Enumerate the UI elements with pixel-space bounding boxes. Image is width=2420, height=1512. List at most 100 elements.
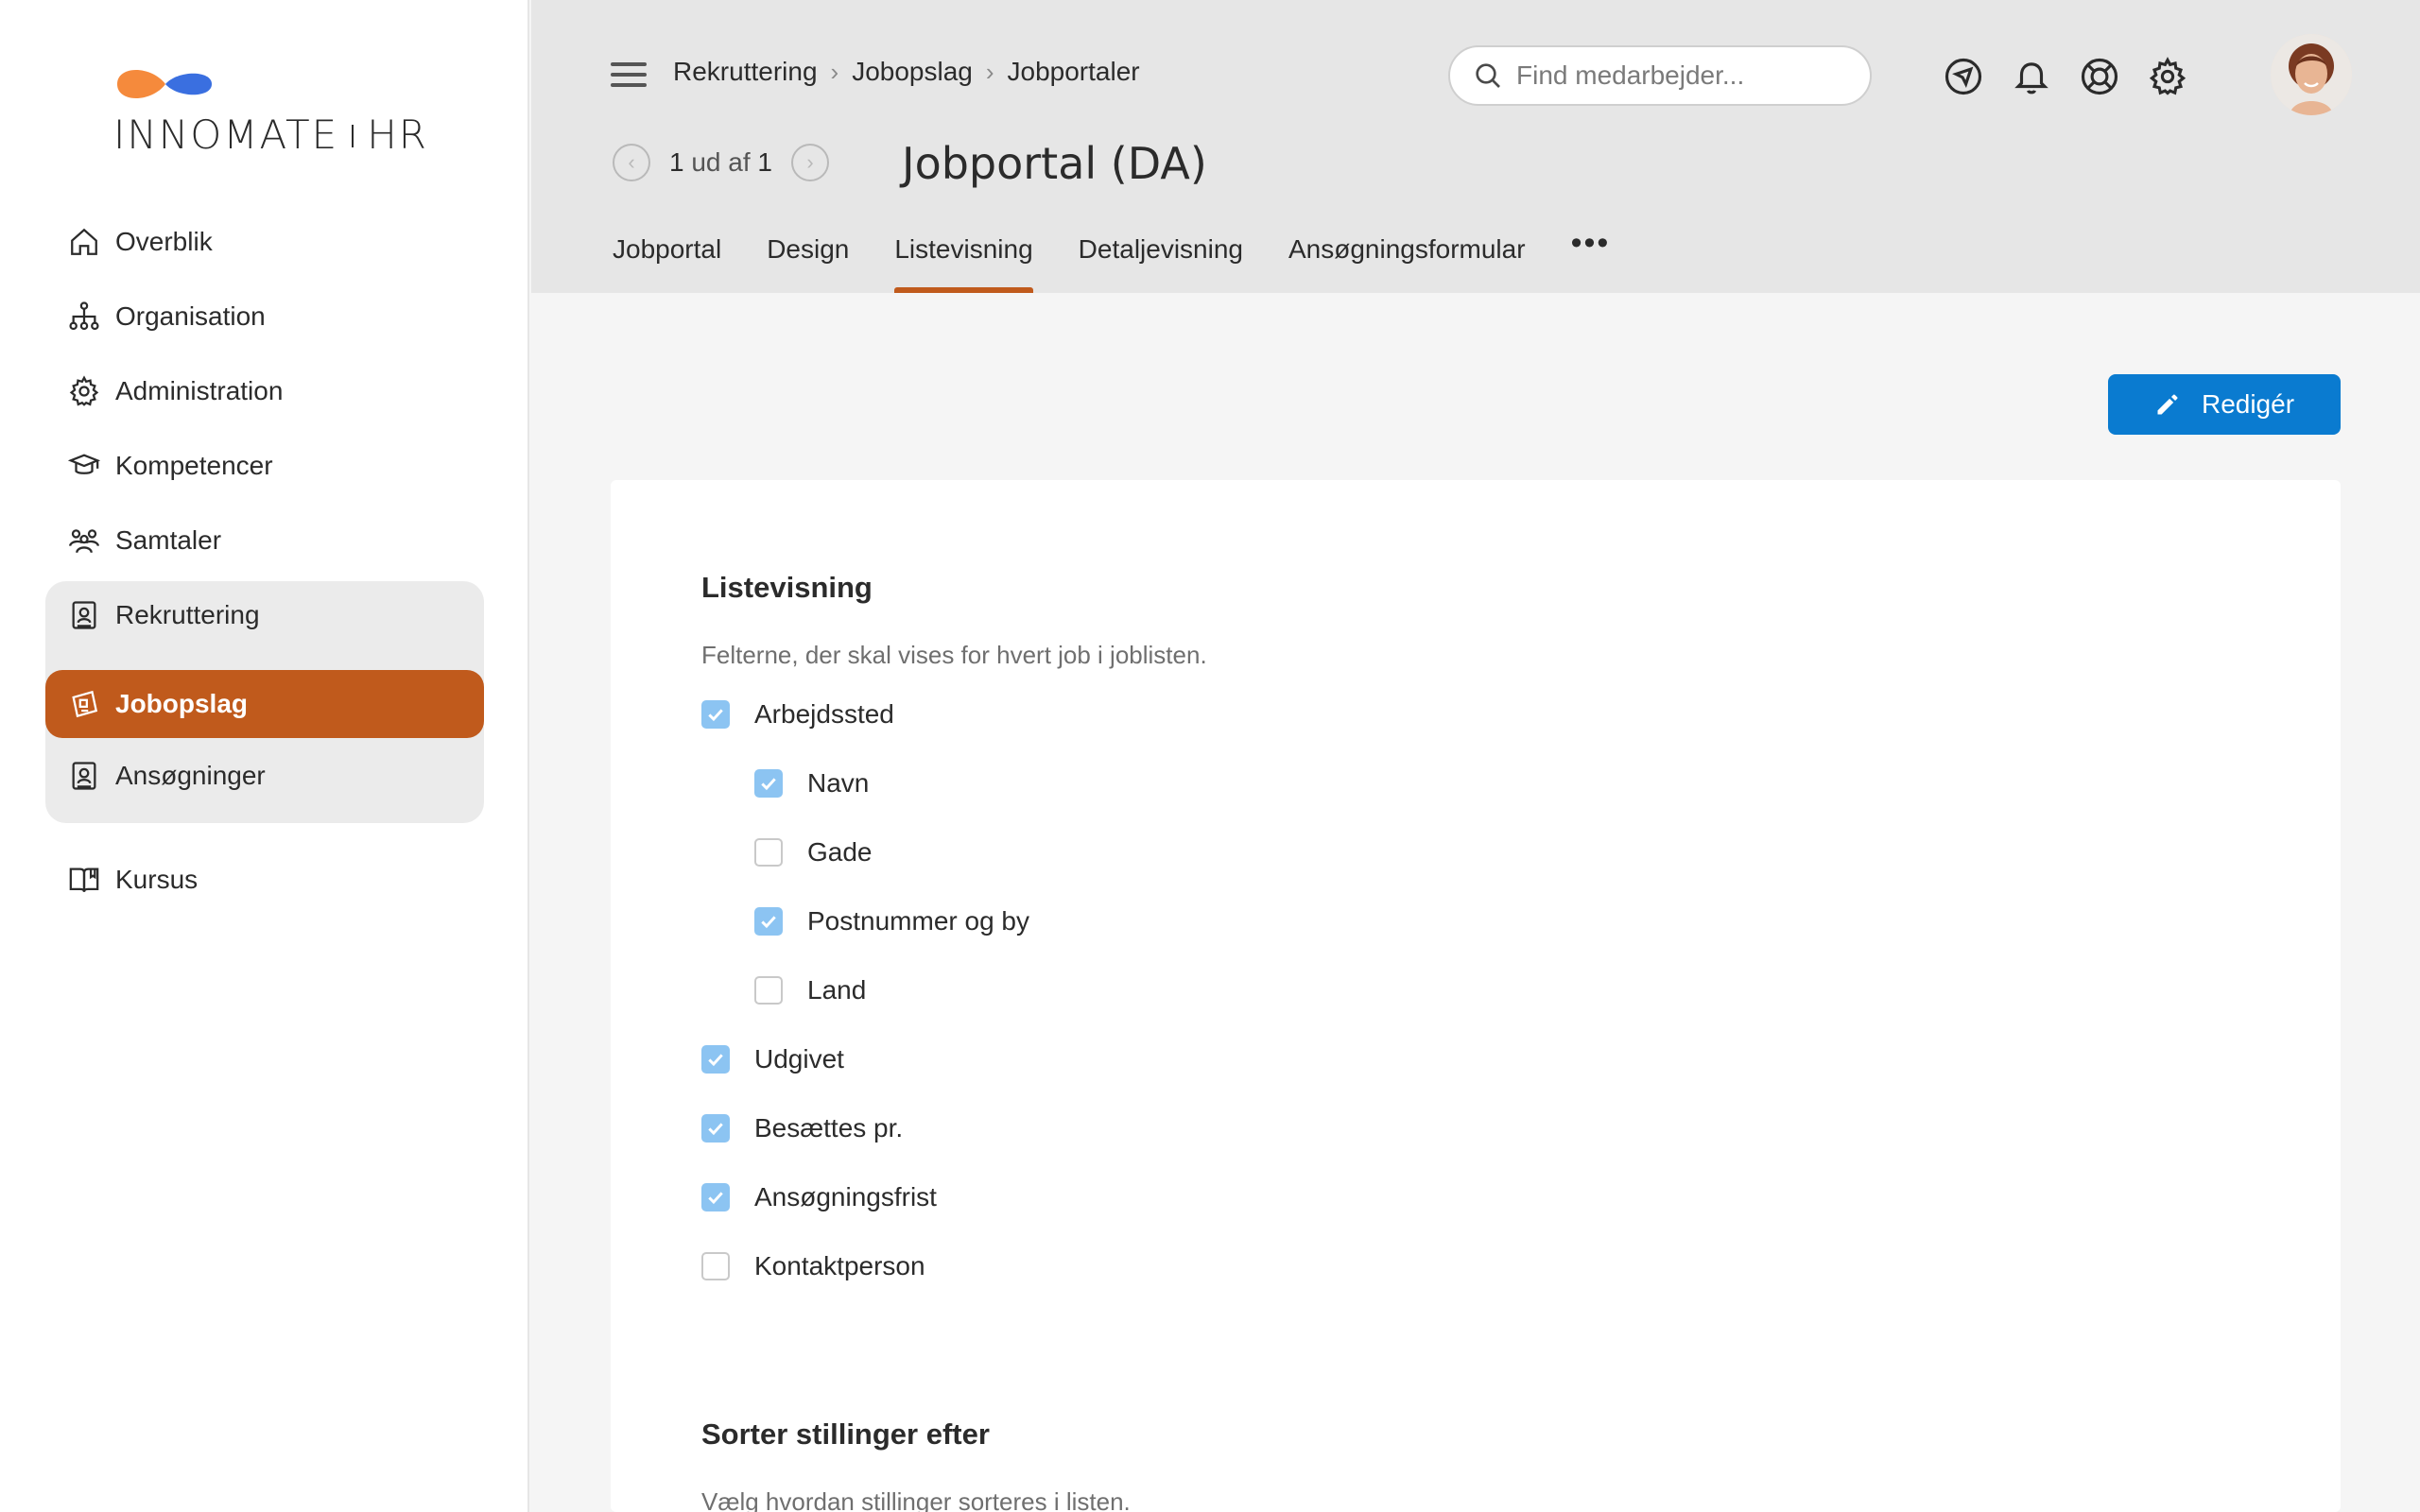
sidebar-item-label: Administration: [115, 376, 284, 405]
section-title: Listevisning: [701, 571, 873, 604]
recruitment-group: Rekruttering Jobopslag Ansøgninger: [45, 581, 484, 823]
home-icon: [66, 224, 102, 260]
checkmark-icon: [708, 1123, 723, 1136]
tab-listevisning[interactable]: Listevisning: [894, 234, 1033, 293]
checkbox-checked[interactable]: [701, 1183, 730, 1211]
sidebar-item-kursus[interactable]: Kursus: [45, 846, 484, 914]
people-icon: [66, 523, 102, 558]
checkbox-row[interactable]: Land: [754, 975, 866, 1005]
id-badge-icon: [66, 597, 102, 633]
breadcrumb-item[interactable]: Jobportaler: [1008, 57, 1140, 87]
settings-card: Listevisning Felterne, der skal vises fo…: [611, 480, 2341, 1512]
checkbox-label: Land: [807, 975, 867, 1005]
checkbox-checked[interactable]: [701, 700, 730, 729]
tab-detaljevisning[interactable]: Detaljevisning: [1079, 234, 1243, 293]
sidebar-item-label: Ansøgninger: [115, 761, 266, 790]
section-description: Felterne, der skal vises for hvert job i…: [701, 641, 1207, 669]
chevron-right-icon: ›: [985, 57, 994, 86]
checkbox-label: Udgivet: [754, 1044, 844, 1074]
checkbox-row[interactable]: Besættes pr.: [701, 1113, 903, 1143]
page-title: Jobportal (DA): [902, 138, 1207, 189]
search-input[interactable]: [1516, 60, 1838, 91]
checkbox-checked[interactable]: [754, 907, 783, 936]
lifebuoy-icon[interactable]: [2080, 57, 2119, 96]
navigation-icon[interactable]: [1944, 57, 1983, 96]
sidebar-item-label: Overblik: [115, 227, 213, 256]
sidebar-nav: Overblik Organisation Administration Kom…: [45, 208, 484, 920]
graduation-cap-icon: [66, 448, 102, 484]
sidebar-item-overblik[interactable]: Overblik: [45, 208, 484, 276]
sidebar-item-samtaler[interactable]: Samtaler: [45, 507, 484, 575]
brand-logo[interactable]: INNOMATE HR: [113, 57, 435, 161]
checkbox-unchecked[interactable]: [754, 976, 783, 1005]
top-header: Rekruttering › Jobopslag › Jobportaler ‹…: [531, 0, 2420, 293]
tab-jobportal[interactable]: Jobportal: [613, 234, 721, 293]
sidebar-item-organisation[interactable]: Organisation: [45, 283, 484, 351]
checkbox-label: Ansøgningsfrist: [754, 1182, 937, 1211]
chevron-left-icon[interactable]: ‹: [613, 144, 650, 181]
checkbox-row[interactable]: Gade: [754, 837, 873, 868]
checkmark-icon: [708, 1054, 723, 1067]
job-post-icon: [66, 686, 102, 722]
sidebar-item-label: Organisation: [115, 301, 266, 331]
checkbox-row[interactable]: Udgivet: [701, 1044, 844, 1074]
checkbox-label: Kontaktperson: [754, 1251, 925, 1280]
record-pager: ‹ 1 ud af 1 ›: [613, 144, 829, 181]
checkbox-label: Navn: [807, 768, 870, 798]
checkbox-unchecked[interactable]: [754, 838, 783, 867]
breadcrumb-item[interactable]: Rekruttering: [673, 57, 818, 87]
sidebar-item-label: Kursus: [115, 865, 199, 894]
checkbox-row[interactable]: Navn: [754, 768, 869, 799]
menu-toggle-icon[interactable]: [611, 62, 647, 91]
tab-ansogningsformular[interactable]: Ansøgningsformular: [1288, 234, 1526, 293]
breadcrumb: Rekruttering › Jobopslag › Jobportaler: [673, 57, 1140, 87]
section-description: Vælg hvordan stillinger sorteres i liste…: [701, 1487, 1131, 1512]
org-chart-icon: [66, 299, 102, 335]
breadcrumb-item[interactable]: Jobopslag: [852, 57, 973, 87]
gear-icon: [66, 373, 102, 409]
brand-name: INNOMATE HR: [113, 112, 428, 158]
sidebar-item-label: Rekruttering: [115, 600, 260, 629]
checkmark-icon: [708, 709, 723, 722]
checkbox-label: Besættes pr.: [754, 1113, 904, 1143]
chevron-right-icon: ›: [830, 57, 839, 86]
checkbox-checked[interactable]: [701, 1114, 730, 1143]
sidebar-item-label: Kompetencer: [115, 451, 273, 480]
section-title: Sorter stillinger efter: [701, 1418, 990, 1451]
user-avatar[interactable]: [2271, 34, 2352, 115]
tab-bar: Jobportal Design Listevisning Detaljevis…: [613, 225, 1610, 293]
bell-icon[interactable]: [2012, 57, 2051, 96]
sidebar-item-kompetencer[interactable]: Kompetencer: [45, 432, 484, 500]
avatar-photo: [2271, 34, 2352, 115]
sidebar: INNOMATE HR Overblik Organisation Adminis…: [0, 0, 529, 1512]
checkbox-row[interactable]: Arbejdssted: [701, 699, 894, 730]
sidebar-item-rekruttering[interactable]: Rekruttering: [45, 581, 484, 649]
checkbox-label: Postnummer og by: [807, 906, 1029, 936]
checkbox-checked[interactable]: [754, 769, 783, 798]
sidebar-item-ansogninger[interactable]: Ansøgninger: [45, 742, 484, 810]
logo-mark-icon: [117, 70, 212, 98]
checkmark-icon: [761, 778, 776, 791]
checkbox-row[interactable]: Kontaktperson: [701, 1251, 925, 1281]
sidebar-item-administration[interactable]: Administration: [45, 357, 484, 425]
edit-button[interactable]: Redigér: [2108, 374, 2341, 435]
more-tabs-icon[interactable]: •••: [1571, 225, 1611, 262]
pencil-icon: [2157, 394, 2178, 415]
sidebar-item-jobopslag[interactable]: Jobopslag: [45, 670, 484, 738]
checkbox-unchecked[interactable]: [701, 1252, 730, 1280]
checkbox-label: Gade: [807, 837, 873, 867]
checkbox-row[interactable]: Postnummer og by: [754, 906, 1029, 936]
book-icon: [66, 862, 102, 898]
sidebar-item-label: Jobopslag: [115, 689, 249, 718]
checkbox-row[interactable]: Ansøgningsfrist: [701, 1182, 937, 1212]
search-box[interactable]: [1448, 45, 1872, 106]
checkbox-checked[interactable]: [701, 1045, 730, 1074]
id-badge-icon: [66, 758, 102, 794]
checkmark-icon: [708, 1192, 723, 1205]
chevron-right-icon[interactable]: ›: [791, 144, 829, 181]
sidebar-item-label: Samtaler: [115, 525, 222, 555]
checkmark-icon: [761, 916, 776, 929]
pager-text: 1 ud af 1: [669, 147, 772, 177]
settings-icon[interactable]: [2148, 57, 2187, 96]
tab-design[interactable]: Design: [767, 234, 849, 293]
